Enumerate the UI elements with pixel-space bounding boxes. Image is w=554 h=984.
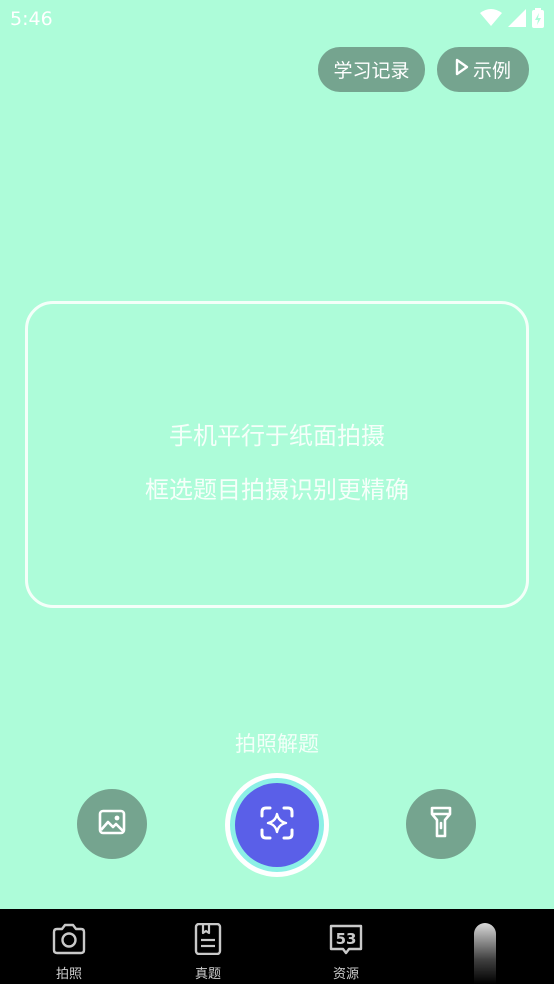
camera-icon (51, 923, 87, 959)
nav-item-resources[interactable]: 53 资源 (306, 923, 386, 982)
gallery-button[interactable] (77, 789, 147, 859)
nav-label-resources: 资源 (332, 967, 359, 982)
nav-label-camera: 拍照 (55, 967, 82, 982)
flashlight-button[interactable] (406, 789, 476, 859)
bottom-nav: 拍照 真题 53 资源 (0, 909, 554, 984)
example-button[interactable]: 示例 (437, 47, 529, 92)
history-button[interactable]: 学习记录 (318, 47, 425, 92)
nav-item-papers[interactable]: 真题 (168, 922, 248, 982)
ai-scan-icon (259, 805, 295, 845)
nav-item-camera[interactable]: 拍照 (29, 923, 109, 982)
flashlight-icon (426, 805, 456, 843)
nav-label-papers: 真题 (194, 967, 221, 982)
history-label: 学习记录 (333, 60, 410, 82)
scan-frame: 手机平行于纸面拍摄 框选题目拍摄识别更精确 (25, 301, 529, 608)
scan-hint-line-2: 框选题目拍摄识别更精确 (145, 476, 409, 504)
signal-icon (508, 9, 526, 27)
book-53-icon: 53 (328, 923, 364, 959)
battery-charging-icon (532, 8, 544, 28)
play-icon (455, 58, 469, 81)
status-icons (480, 8, 544, 28)
scan-hint-line-1: 手机平行于纸面拍摄 (169, 422, 385, 450)
shutter-button[interactable] (225, 773, 329, 877)
capture-mode-label: 拍照解题 (235, 732, 319, 756)
nav-glow-indicator (474, 923, 496, 984)
image-icon (97, 807, 127, 841)
wifi-icon (480, 9, 502, 27)
document-icon (190, 922, 226, 959)
example-label: 示例 (472, 60, 511, 82)
status-time: 5:46 (10, 8, 53, 30)
resources-badge-text: 53 (336, 930, 357, 948)
shutter-ring (230, 778, 324, 872)
status-bar: 5:46 (0, 0, 554, 38)
shutter-core (235, 783, 319, 867)
